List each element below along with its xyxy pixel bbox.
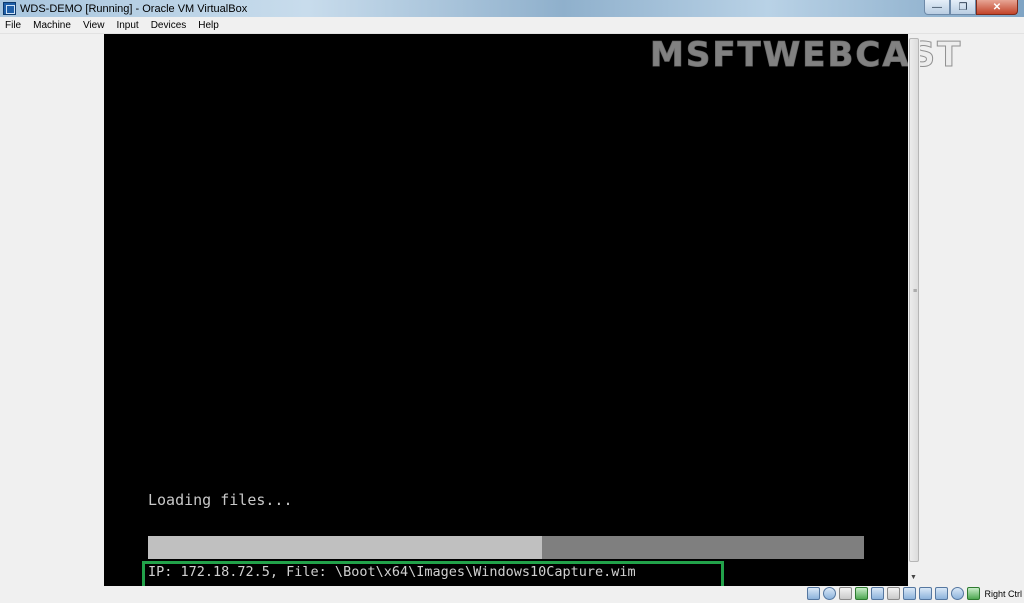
scroll-thumb[interactable]: ≡ (909, 38, 919, 562)
window-title: WDS-DEMO [Running] - Oracle VM VirtualBo… (20, 2, 248, 15)
restore-button[interactable]: ❐ (950, 0, 976, 15)
display-icon[interactable] (903, 587, 917, 600)
network-icon[interactable] (855, 587, 869, 600)
menu-file[interactable]: File (0, 17, 27, 34)
menu-bar: File Machine View Input Devices Help (0, 17, 1024, 34)
usb-icon[interactable] (871, 587, 885, 600)
keyboard-icon[interactable] (967, 587, 981, 600)
loading-text: Loading files... (148, 491, 293, 509)
progress-fill (148, 536, 542, 559)
title-bar: WDS-DEMO [Running] - Oracle VM VirtualBo… (0, 0, 1024, 17)
close-button[interactable]: ✕ (976, 0, 1018, 15)
menu-input[interactable]: Input (110, 17, 144, 34)
grip-icon: ≡ (913, 288, 918, 295)
virtualization-icon (935, 587, 949, 600)
status-bar: Right Ctrl (0, 586, 1024, 603)
progress-bar (148, 536, 864, 559)
optical-drive-icon[interactable] (823, 587, 837, 600)
vertical-scrollbar[interactable]: ≡ ▼ (908, 34, 920, 586)
hard-disk-icon[interactable] (807, 587, 821, 600)
virtualbox-icon (3, 2, 16, 15)
minimize-button[interactable]: — (924, 0, 950, 15)
vm-display[interactable]: MSFTWEBCAST Loading files... IP: 172.18.… (104, 34, 961, 586)
audio-icon[interactable] (839, 587, 853, 600)
menu-view[interactable]: View (77, 17, 111, 34)
shared-folders-icon[interactable] (887, 587, 901, 600)
device-tray: Right Ctrl (807, 587, 1022, 600)
scroll-down-icon[interactable]: ▼ (910, 574, 917, 581)
menu-machine[interactable]: Machine (27, 17, 77, 34)
menu-help[interactable]: Help (192, 17, 225, 34)
video-capture-icon[interactable] (919, 587, 933, 600)
host-key-label: Right Ctrl (984, 588, 1022, 599)
window-controls: — ❐ ✕ (924, 0, 1018, 16)
mouse-integration-icon[interactable] (951, 587, 965, 600)
menu-devices[interactable]: Devices (145, 17, 193, 34)
